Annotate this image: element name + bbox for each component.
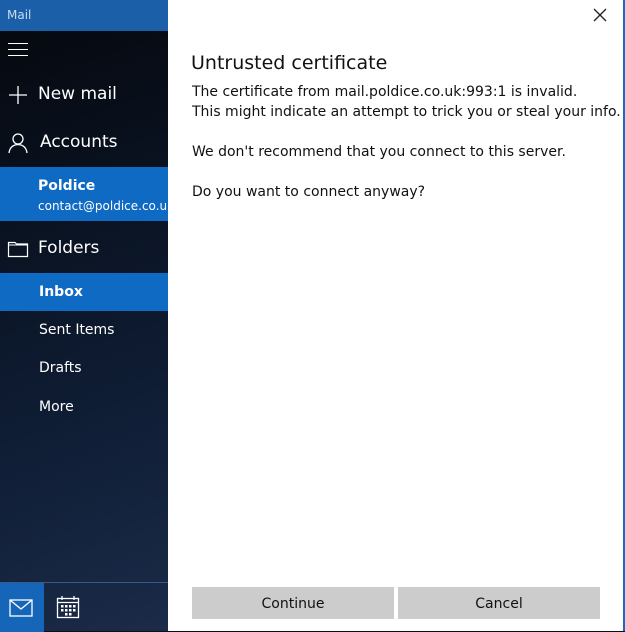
hamburger-menu-button[interactable] <box>8 43 28 57</box>
new-mail-label: New mail <box>38 84 117 104</box>
close-icon[interactable] <box>591 6 609 24</box>
title-bar: Mail <box>0 0 168 31</box>
navigation-pane: Mail New mail Accounts Poldice contact@p… <box>0 0 168 632</box>
folder-inbox[interactable]: Inbox <box>0 273 168 311</box>
dialog-title: Untrusted certificate <box>191 52 388 74</box>
folder-drafts[interactable]: Drafts <box>0 349 168 387</box>
message-line: This might indicate an attempt to trick … <box>192 104 621 120</box>
plus-icon <box>9 86 27 104</box>
folder-more[interactable]: More <box>0 388 168 426</box>
new-mail-button[interactable]: New mail <box>0 75 168 115</box>
account-email: contact@poldice.co.uk <box>38 199 168 213</box>
untrusted-certificate-dialog: Untrusted certificate The certificate fr… <box>168 0 623 631</box>
folders-label: Folders <box>38 238 100 258</box>
app-switcher-bar <box>0 582 168 632</box>
folder-label: Inbox <box>39 284 83 300</box>
account-name: Poldice <box>38 178 96 194</box>
accounts-button[interactable]: Accounts <box>0 123 168 163</box>
mail-icon <box>9 599 33 617</box>
accounts-label: Accounts <box>40 132 118 152</box>
folders-button[interactable]: Folders <box>0 229 168 269</box>
folder-icon <box>7 241 29 258</box>
account-item-poldice[interactable]: Poldice contact@poldice.co.uk <box>0 167 168 221</box>
folder-sent-items[interactable]: Sent Items <box>0 311 168 349</box>
mail-switch-button[interactable] <box>0 583 44 632</box>
folder-label: Drafts <box>39 360 82 376</box>
cancel-button[interactable]: Cancel <box>398 587 600 619</box>
dialog-message: The certificate from mail.poldice.co.uk:… <box>192 82 621 202</box>
folder-label: Sent Items <box>39 322 115 338</box>
message-line: The certificate from mail.poldice.co.uk:… <box>192 84 578 100</box>
app-title: Mail <box>7 8 32 22</box>
message-line: Do you want to connect anyway? <box>192 184 426 200</box>
message-line: We don't recommend that you connect to t… <box>192 144 566 160</box>
calendar-icon <box>56 596 80 619</box>
folder-label: More <box>39 399 74 415</box>
continue-button[interactable]: Continue <box>192 587 394 619</box>
person-icon <box>8 133 28 154</box>
calendar-switch-button[interactable] <box>46 583 90 632</box>
